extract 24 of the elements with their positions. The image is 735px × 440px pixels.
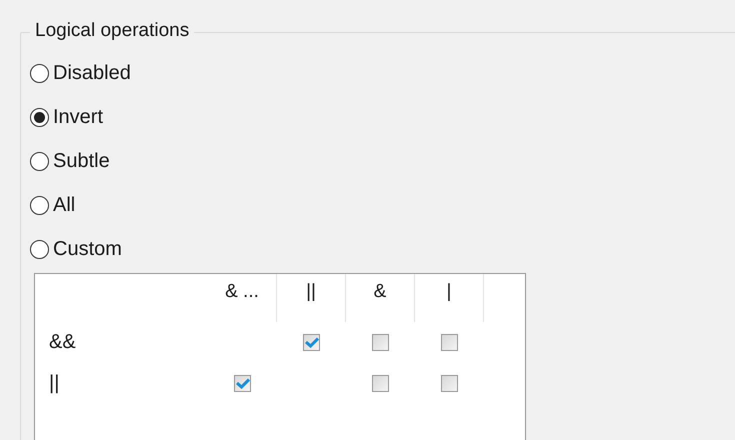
checkmark-icon <box>304 337 318 348</box>
checkbox[interactable] <box>372 375 389 392</box>
column-header[interactable]: || <box>306 280 316 304</box>
radio-option[interactable]: Custom <box>30 235 122 263</box>
checkbox[interactable] <box>441 334 458 351</box>
radio-option[interactable]: Invert <box>30 103 104 131</box>
checkbox[interactable] <box>441 375 458 392</box>
radio-option[interactable]: Subtle <box>30 147 110 175</box>
column-header[interactable]: | <box>446 280 452 304</box>
radio-icon <box>30 64 49 82</box>
row-label: && <box>49 331 76 353</box>
radio-icon <box>30 108 49 126</box>
radio-icon <box>30 240 49 258</box>
radio-option[interactable]: Disabled <box>30 59 131 87</box>
checkmark-icon <box>236 378 250 389</box>
column-header[interactable]: & ... <box>225 280 259 304</box>
radio-icon <box>30 196 49 214</box>
row-label: || <box>49 372 60 394</box>
radio-option[interactable]: All <box>30 191 76 219</box>
column-header[interactable]: & <box>374 280 386 304</box>
checkbox[interactable] <box>303 334 320 351</box>
checkbox[interactable] <box>234 375 251 392</box>
radio-icon <box>30 152 49 170</box>
checkbox[interactable] <box>372 334 389 351</box>
